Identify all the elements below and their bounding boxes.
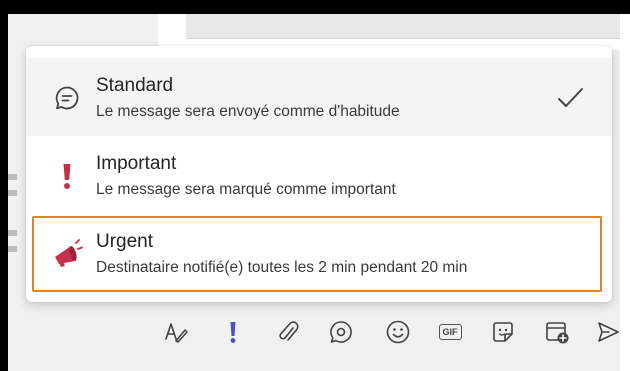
priority-icon[interactable] — [217, 316, 249, 348]
send-icon[interactable] — [592, 316, 624, 348]
option-important-description: Le message sera marqué comme important — [96, 181, 396, 198]
delivery-options-menu: Standard Le message sera envoyé comme d'… — [26, 46, 612, 302]
compose-toolbar: GIF — [150, 312, 622, 352]
option-standard[interactable]: Standard Le message sera envoyé comme d'… — [26, 58, 612, 136]
previous-message-bubble — [186, 14, 630, 39]
option-urgent[interactable]: Urgent Destinataire notifié(e) toutes le… — [26, 214, 612, 292]
emoji-icon[interactable] — [382, 316, 414, 348]
sticker-icon[interactable] — [487, 316, 519, 348]
gif-icon[interactable]: GIF — [434, 316, 466, 348]
focus-ring — [32, 216, 602, 292]
option-standard-title: Standard — [96, 75, 174, 96]
option-important[interactable]: Important Le message sera marqué comme i… — [26, 136, 612, 214]
format-icon[interactable] — [160, 316, 192, 348]
left-edge-marks — [8, 174, 18, 264]
loop-icon[interactable] — [325, 316, 357, 348]
megaphone-icon — [50, 237, 84, 271]
attach-icon[interactable] — [272, 316, 304, 348]
schedule-meeting-icon[interactable] — [541, 316, 573, 348]
checkmark-icon — [556, 84, 584, 112]
option-important-title: Important — [96, 153, 177, 174]
exclamation-icon — [50, 159, 84, 193]
option-urgent-description: Destinataire notifié(e) toutes les 2 min… — [96, 259, 468, 276]
option-standard-description: Le message sera envoyé comme d'habitude — [96, 103, 400, 120]
speech-bubble-icon — [50, 81, 84, 115]
gif-label: GIF — [438, 324, 462, 340]
option-urgent-title: Urgent — [96, 231, 154, 252]
